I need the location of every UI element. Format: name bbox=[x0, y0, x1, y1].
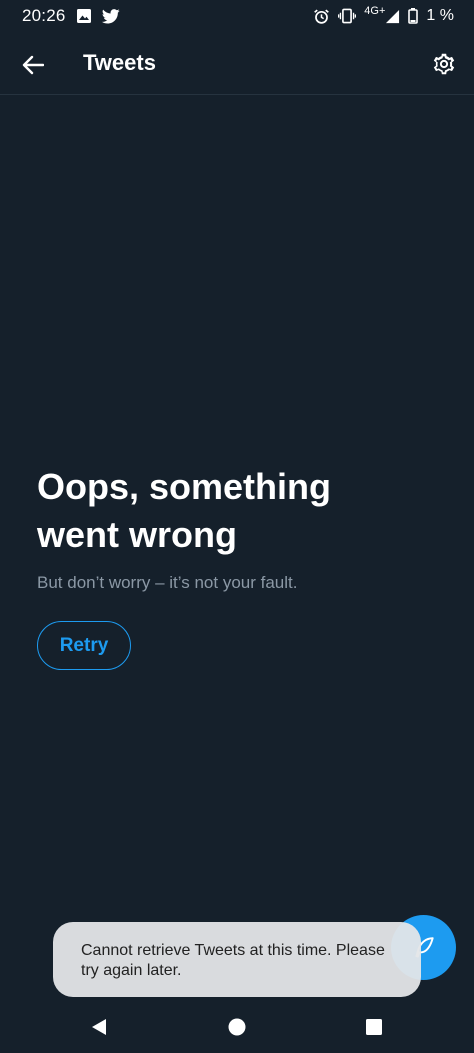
twitter-bird-icon bbox=[101, 8, 120, 24]
battery-percent: 1 % bbox=[426, 7, 454, 24]
system-nav-bar bbox=[0, 1000, 474, 1053]
status-left: 20:26 bbox=[22, 6, 120, 26]
alarm-icon bbox=[313, 8, 330, 25]
signal-icon: 4G+ bbox=[364, 5, 400, 24]
battery-icon bbox=[408, 8, 419, 24]
recents-square-icon bbox=[364, 1017, 384, 1037]
nav-recents-button[interactable] bbox=[361, 1014, 387, 1040]
settings-button[interactable] bbox=[428, 48, 460, 80]
nav-home-button[interactable] bbox=[224, 1014, 250, 1040]
status-right: 4G+ 1 % bbox=[313, 5, 454, 25]
error-title-line-1: Oops, something bbox=[37, 466, 332, 507]
home-circle-icon bbox=[227, 1017, 247, 1037]
image-icon bbox=[76, 8, 92, 24]
error-subtitle: But don’t worry – it’s not your fault. bbox=[37, 573, 298, 592]
network-label: 4G+ bbox=[364, 5, 386, 17]
nav-back-button[interactable] bbox=[86, 1014, 112, 1040]
error-title: Oops, something went wrong bbox=[37, 463, 437, 559]
status-time: 20:26 bbox=[22, 6, 66, 25]
back-button[interactable] bbox=[18, 50, 48, 80]
retry-button[interactable]: Retry bbox=[37, 621, 131, 670]
back-triangle-icon bbox=[89, 1017, 109, 1037]
error-message-block: Oops, something went wrong But don’t wor… bbox=[37, 463, 437, 593]
gear-icon bbox=[431, 51, 457, 77]
error-title-line-2: went wrong bbox=[37, 514, 237, 555]
status-bar: 20:26 4G+ 1 % bbox=[0, 0, 474, 32]
page-title: Tweets bbox=[83, 50, 156, 75]
app-bar: Tweets bbox=[0, 32, 474, 95]
arrow-left-icon bbox=[22, 55, 44, 75]
vibrate-icon bbox=[338, 8, 357, 24]
error-toast: Cannot retrieve Tweets at this time. Ple… bbox=[53, 922, 421, 997]
